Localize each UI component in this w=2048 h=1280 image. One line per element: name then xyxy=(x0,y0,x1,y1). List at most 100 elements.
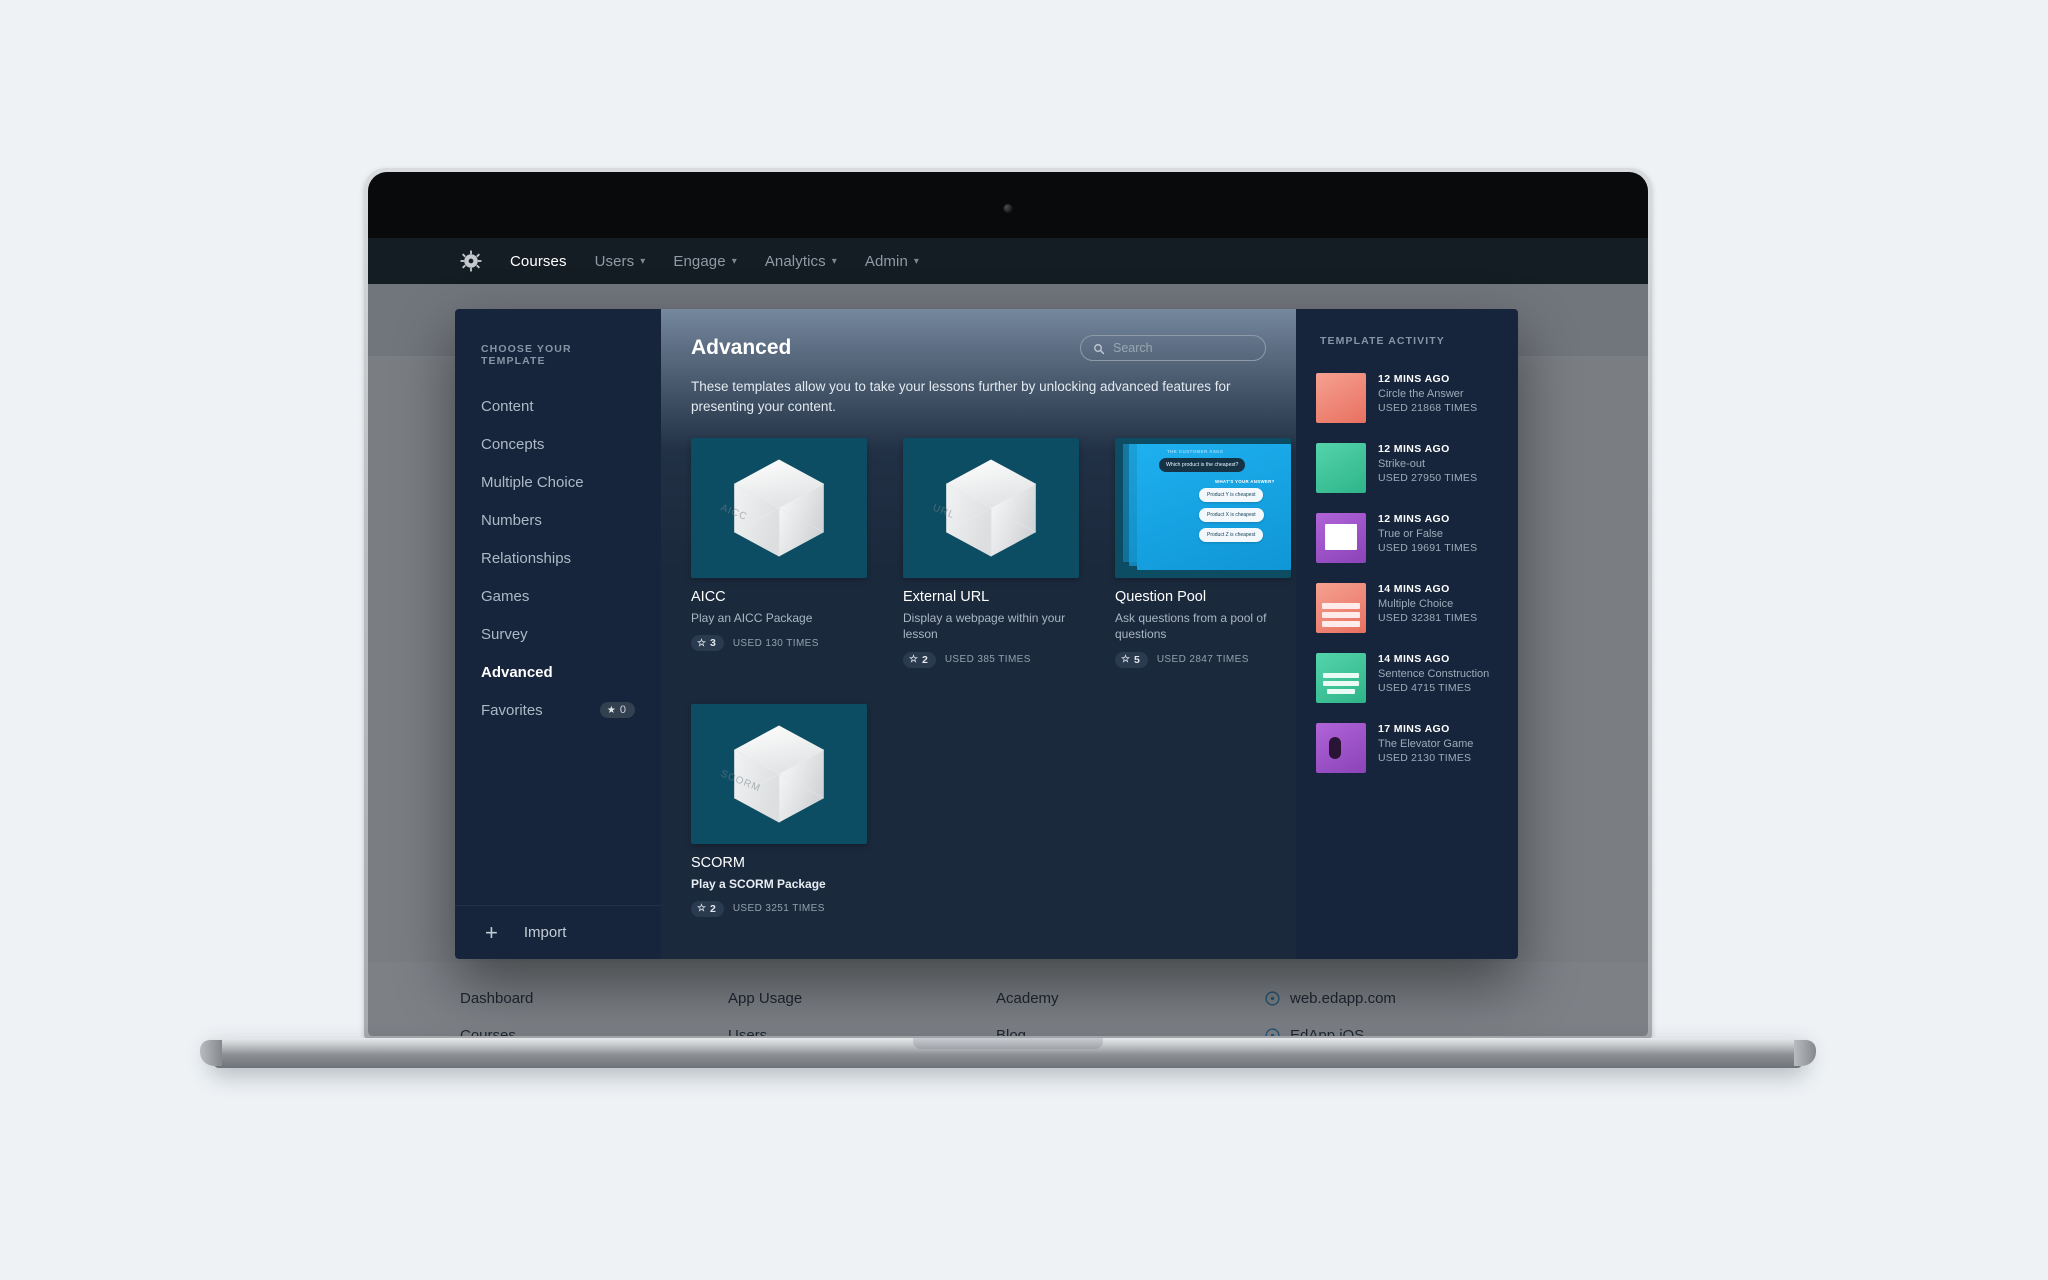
page-description: These templates allow you to take your l… xyxy=(691,379,1231,414)
template-thumbnail: SCORM xyxy=(691,703,867,844)
rating-value: 2 xyxy=(921,653,928,666)
sidebar-item-favorites[interactable]: Favorites ★ 0 xyxy=(455,691,661,729)
activity-usage: USED 27950 TIMES xyxy=(1378,472,1478,484)
sidebar-item-survey[interactable]: Survey xyxy=(455,615,661,653)
rating-value: 2 xyxy=(709,902,716,915)
preview-question: Which product is the cheapest? xyxy=(1159,458,1246,473)
template-card-question-pool[interactable]: THE CUSTOMER ASKS Which product is the c… xyxy=(1115,438,1291,668)
template-thumbnail: THE CUSTOMER ASKS Which product is the c… xyxy=(1115,438,1291,579)
template-card-external-url[interactable]: URL External URL Display a webpage withi… xyxy=(903,438,1079,668)
activity-heading: TEMPLATE ACTIVITY xyxy=(1320,335,1445,347)
template-title: Question Pool xyxy=(1115,589,1207,606)
nav-item-admin[interactable]: Admin ▾ xyxy=(865,253,919,270)
preview-prompt: WHAT'S YOUR ANSWER? xyxy=(1215,479,1275,485)
sidebar-item-content[interactable]: Content xyxy=(455,387,661,425)
cube-icon xyxy=(691,704,867,844)
top-navigation: Courses Users ▾ Engage ▾ Analytics ▾ Adm… xyxy=(368,238,1648,284)
sidebar-item-games[interactable]: Games xyxy=(455,577,661,615)
preview-answer: Product Y is cheapest xyxy=(1199,488,1264,503)
rating-badge: ☆ 2 xyxy=(903,651,936,668)
preview-answer: Product X is cheapest xyxy=(1199,508,1264,523)
nav-item-courses[interactable]: Courses xyxy=(510,253,567,270)
webcam-icon xyxy=(1003,204,1013,213)
activity-list-item[interactable]: 12 MINS AGO Strike-out USED 27950 TIMES xyxy=(1296,433,1518,503)
usage-count: USED 130 TIMES xyxy=(732,637,819,649)
template-thumbnail: AICC xyxy=(691,438,867,579)
app-body: Dashboard Courses App Usage Users Academ… xyxy=(368,284,1648,1036)
template-thumbnail: URL xyxy=(903,438,1079,579)
search-icon xyxy=(1093,342,1105,355)
sidebar-item-relationships[interactable]: Relationships xyxy=(455,539,661,577)
laptop-base-right-edge xyxy=(1794,1040,1816,1066)
activity-thumbnail xyxy=(1316,513,1366,563)
sidebar-item-label: Favorites xyxy=(481,701,543,719)
sidebar-item-label: Content xyxy=(481,397,534,415)
laptop-base-left-edge xyxy=(200,1040,222,1066)
laptop-base xyxy=(200,1038,1816,1068)
activity-time: 17 MINS AGO xyxy=(1378,723,1450,735)
activity-list-item[interactable]: 14 MINS AGO Sentence Construction USED 4… xyxy=(1296,643,1518,713)
template-activity-panel: ✕ TEMPLATE ACTIVITY 12 MINS AGO Circle t… xyxy=(1296,309,1518,959)
cube-icon xyxy=(903,438,1079,578)
nav-item-label: Analytics xyxy=(764,252,826,270)
template-subtitle: Play a SCORM Package xyxy=(691,876,826,891)
nav-item-label: Courses xyxy=(510,252,567,270)
activity-list-item[interactable]: 17 MINS AGO The Elevator Game USED 2130 … xyxy=(1296,713,1518,783)
nav-item-label: Admin xyxy=(864,252,908,270)
usage-count: USED 3251 TIMES xyxy=(732,903,825,915)
sidebar-item-concepts[interactable]: Concepts xyxy=(455,425,661,463)
screenshot-stage: Courses Users ▾ Engage ▾ Analytics ▾ Adm… xyxy=(0,0,2048,1280)
usage-count: USED 385 TIMES xyxy=(944,654,1031,665)
browser-viewport: Courses Users ▾ Engage ▾ Analytics ▾ Adm… xyxy=(368,238,1648,1036)
activity-thumbnail xyxy=(1316,653,1366,703)
preview-header: THE CUSTOMER ASKS xyxy=(1167,449,1224,455)
template-card-aicc[interactable]: AICC AICC Play an AICC Package ☆ 3 USED … xyxy=(691,438,867,667)
activity-list-item[interactable]: 14 MINS AGO Multiple Choice USED 32381 T… xyxy=(1296,573,1518,643)
activity-usage: USED 32381 TIMES xyxy=(1378,612,1478,624)
nav-item-label: Engage xyxy=(673,252,726,270)
template-card-scorm[interactable]: SCORM SCORM Play a SCORM Package ☆ 2 USE… xyxy=(691,703,867,917)
star-icon: ★ xyxy=(606,704,616,716)
question-pool-preview: THE CUSTOMER ASKS Which product is the c… xyxy=(1115,438,1291,578)
activity-name: Sentence Construction xyxy=(1378,668,1490,680)
star-icon: ☆ xyxy=(909,654,918,665)
preview-answer: Product Z is cheapest xyxy=(1199,528,1264,543)
activity-time: 14 MINS AGO xyxy=(1378,583,1450,595)
nav-item-users[interactable]: Users ▾ xyxy=(595,253,646,270)
activity-time: 14 MINS AGO xyxy=(1378,653,1450,665)
favorites-count-badge: ★ 0 xyxy=(599,702,635,718)
search-input[interactable] xyxy=(1113,341,1253,355)
rating-badge: ☆ 5 xyxy=(1115,651,1148,668)
page-title: Advanced xyxy=(691,336,792,359)
template-picker-modal: CHOOSE YOUR TEMPLATE Content Concepts Mu… xyxy=(455,309,1518,959)
laptop-lid: Courses Users ▾ Engage ▾ Analytics ▾ Adm… xyxy=(364,168,1652,1040)
activity-time: 12 MINS AGO xyxy=(1378,373,1450,385)
activity-list-item[interactable]: 12 MINS AGO True or False USED 19691 TIM… xyxy=(1296,503,1518,573)
activity-name: The Elevator Game xyxy=(1378,738,1474,750)
gear-icon[interactable] xyxy=(460,250,482,272)
sidebar-item-advanced[interactable]: Advanced xyxy=(455,653,661,691)
chevron-down-icon: ▾ xyxy=(731,255,737,267)
nav-item-engage[interactable]: Engage ▾ xyxy=(673,253,736,270)
star-icon: ☆ xyxy=(697,903,706,915)
rating-value: 5 xyxy=(1133,653,1140,666)
activity-name: Circle the Answer xyxy=(1378,388,1464,400)
plus-icon: + xyxy=(485,919,498,945)
template-subtitle: Display a webpage within your lesson xyxy=(903,611,1066,642)
sidebar-item-numbers[interactable]: Numbers xyxy=(455,501,661,539)
nav-item-analytics[interactable]: Analytics ▾ xyxy=(765,253,837,270)
sidebar-item-label: Concepts xyxy=(481,435,545,453)
laptop-bezel: Courses Users ▾ Engage ▾ Analytics ▾ Adm… xyxy=(368,172,1648,1036)
activity-list-item[interactable]: 12 MINS AGO Circle the Answer USED 21868… xyxy=(1296,363,1518,433)
template-card-grid: AICC AICC Play an AICC Package ☆ 3 USED … xyxy=(691,438,1291,917)
star-icon: ☆ xyxy=(1121,654,1130,665)
import-button[interactable]: + Import xyxy=(455,905,661,959)
search-box[interactable] xyxy=(1080,335,1266,361)
nav-item-label: Users xyxy=(594,252,635,270)
activity-usage: USED 2130 TIMES xyxy=(1378,752,1472,764)
activity-time: 12 MINS AGO xyxy=(1378,443,1450,455)
activity-usage: USED 21868 TIMES xyxy=(1378,402,1478,414)
sidebar-item-multiple-choice[interactable]: Multiple Choice xyxy=(455,463,661,501)
activity-name: Strike-out xyxy=(1378,458,1426,470)
activity-name: Multiple Choice xyxy=(1378,598,1454,610)
